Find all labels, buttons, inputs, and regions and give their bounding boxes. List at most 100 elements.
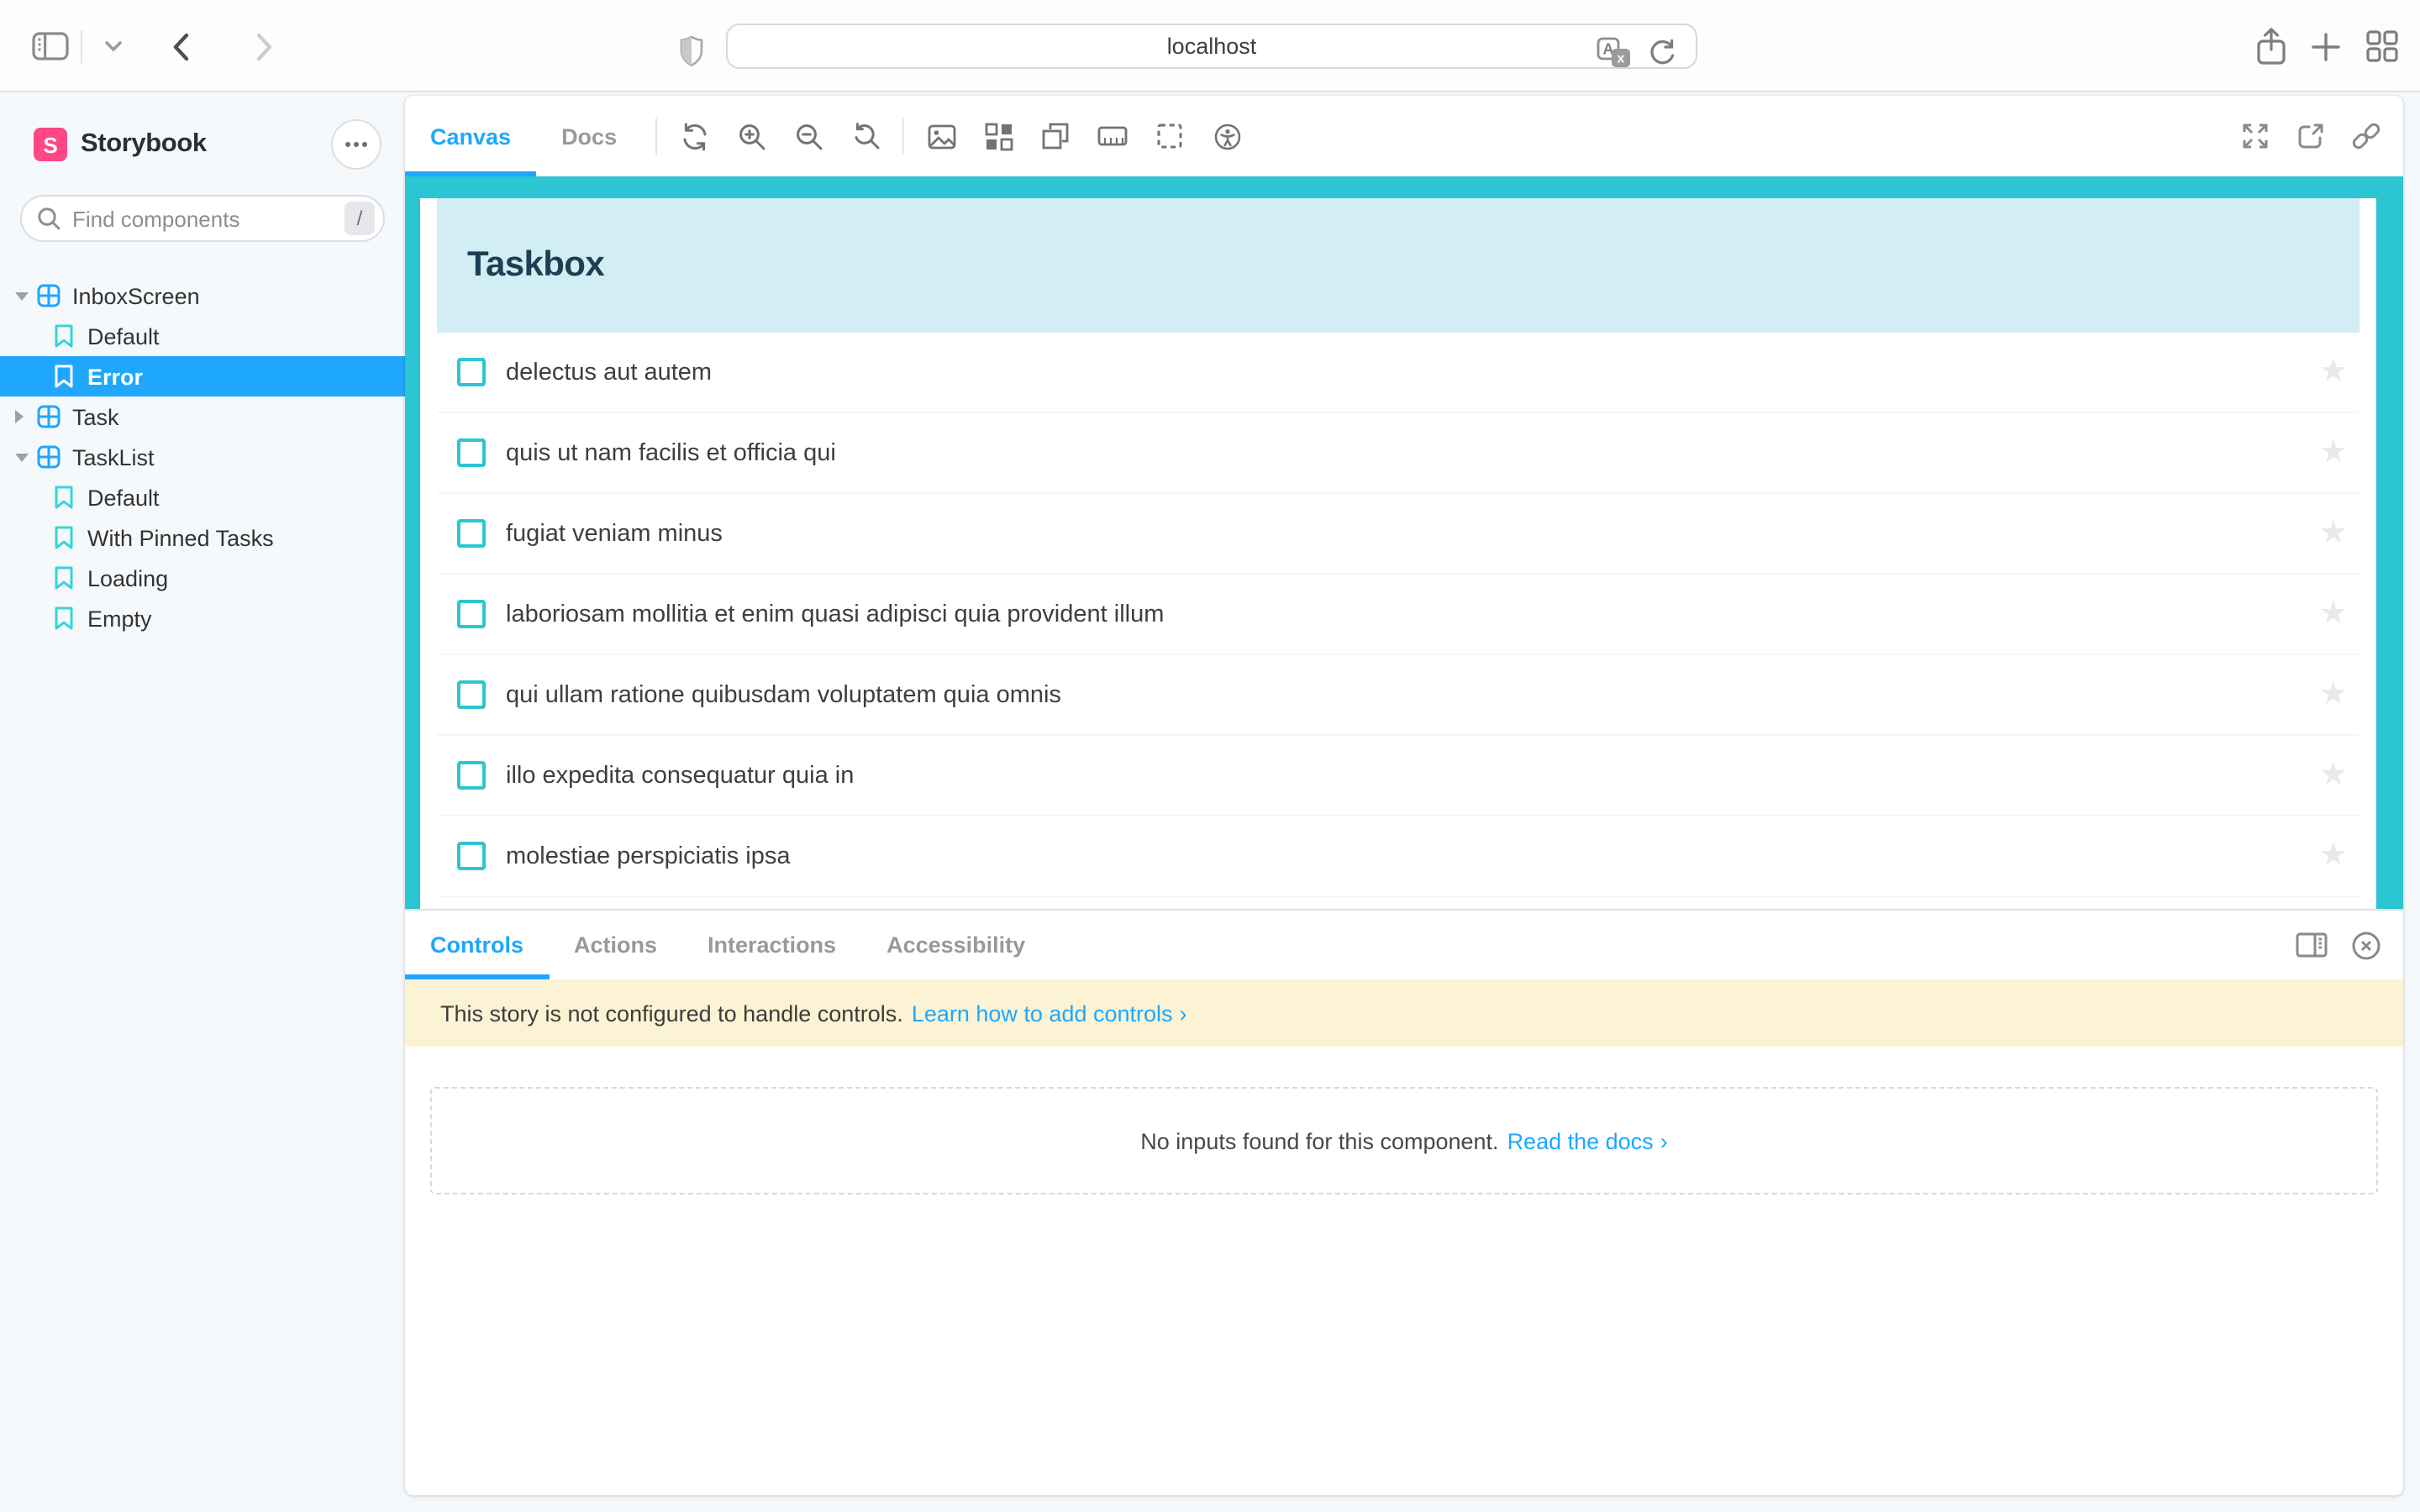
zoom-reset-icon[interactable] [842, 113, 889, 160]
back-icon[interactable] [160, 26, 200, 66]
sidebar-item-label: Loading [87, 565, 169, 591]
new-tab-icon[interactable] [2306, 26, 2346, 66]
task-title: qui ullam ratione quibusdam voluptatem q… [506, 681, 1061, 708]
translate-icon[interactable]: Ax [1593, 32, 1634, 72]
link-chevron-icon: › [1179, 1000, 1187, 1026]
pin-task-star-icon[interactable]: ★ [2319, 437, 2348, 469]
task-list: delectus aut autem ★ quis ut nam facilis e… [437, 333, 2360, 897]
search-icon [37, 207, 60, 230]
tab-overview-icon[interactable] [2361, 26, 2402, 66]
viewport-icon[interactable] [1032, 113, 1079, 160]
forward-icon [244, 26, 284, 66]
outline-icon[interactable] [1146, 113, 1193, 160]
task-checkbox[interactable] [457, 842, 486, 870]
background-icon[interactable] [918, 113, 965, 160]
pin-task-star-icon[interactable]: ★ [2319, 759, 2348, 791]
sidebar-item-error[interactable]: Error [0, 356, 405, 396]
tab-controls[interactable]: Controls [405, 911, 549, 979]
tab-canvas[interactable]: Canvas [405, 96, 536, 176]
grid-icon[interactable] [975, 113, 1022, 160]
pin-task-star-icon[interactable]: ★ [2319, 679, 2348, 711]
story-icon [54, 606, 74, 630]
sidebar-header: S Storybook [34, 119, 381, 170]
open-new-tab-icon[interactable] [2291, 116, 2331, 156]
canvas-tabs: Canvas Docs [405, 96, 642, 176]
story-icon [54, 365, 74, 388]
accessibility-icon[interactable] [1203, 113, 1250, 160]
pin-task-star-icon[interactable]: ★ [2319, 356, 2348, 388]
addons-panel: Controls Actions Interactions Accessibility… [405, 909, 2403, 1495]
search-input[interactable] [20, 195, 385, 242]
pin-task-star-icon[interactable]: ★ [2319, 598, 2348, 630]
sidebar-item-with-pinned-tasks[interactable]: With Pinned Tasks [0, 517, 405, 558]
browser-right-controls [2250, 0, 2402, 92]
zoom-out-icon[interactable] [785, 113, 832, 160]
pin-task-star-icon[interactable]: ★ [2319, 517, 2348, 549]
sidebar-item-label: Task [72, 404, 119, 429]
read-docs-link[interactable]: Read the docs [1507, 1128, 1654, 1153]
sidebar-item-loading[interactable]: Loading [0, 558, 405, 598]
fullscreen-icon[interactable] [2235, 116, 2275, 156]
sidebar-item-label: InboxScreen [72, 283, 200, 308]
caret-down-icon[interactable] [15, 291, 29, 300]
tabs-chevron-icon[interactable] [92, 26, 133, 66]
privacy-shield-icon[interactable] [671, 30, 711, 71]
sidebar-menu-button[interactable] [331, 119, 381, 170]
task-checkbox[interactable] [457, 438, 486, 467]
task-row: quis ut nam facilis et officia qui ★ [437, 413, 2360, 494]
measure-icon[interactable] [1089, 113, 1136, 160]
tab-actions[interactable]: Actions [549, 911, 682, 979]
browser-left-controls [30, 0, 284, 92]
toolbar-divider [902, 118, 905, 155]
ellipsis-icon [345, 141, 368, 148]
panel-position-icon[interactable] [2291, 925, 2331, 965]
canvas-right-tools [2235, 96, 2386, 176]
task-title: laboriosam mollitia et enim quasi adipis… [506, 601, 1165, 627]
close-panel-icon[interactable] [2346, 925, 2386, 965]
sidebar-item-task[interactable]: Task [0, 396, 405, 437]
task-checkbox[interactable] [457, 519, 486, 548]
task-checkbox[interactable] [457, 600, 486, 628]
caret-right-icon[interactable] [15, 410, 29, 423]
tab-interactions[interactable]: Interactions [682, 911, 861, 979]
sidebar-item-empty[interactable]: Empty [0, 598, 405, 638]
sidebar-item-default[interactable]: Default [0, 477, 405, 517]
task-title: molestiae perspiciatis ipsa [506, 843, 791, 869]
sidebar-item-default[interactable]: Default [0, 316, 405, 356]
search-shortcut-badge: / [345, 202, 375, 235]
task-checkbox[interactable] [457, 358, 486, 386]
zoom-in-icon[interactable] [728, 113, 775, 160]
remount-icon[interactable] [671, 113, 718, 160]
tab-accessibility[interactable]: Accessibility [861, 911, 1050, 979]
learn-controls-link[interactable]: Learn how to add controls [912, 1000, 1173, 1026]
toolbar-divider [81, 29, 82, 63]
task-checkbox[interactable] [457, 680, 486, 709]
sidebar-toggle-icon[interactable] [30, 26, 71, 66]
share-icon[interactable] [2250, 26, 2291, 66]
sidebar-item-inboxscreen[interactable]: InboxScreen [0, 276, 405, 316]
caret-down-icon[interactable] [15, 453, 29, 461]
copy-link-icon[interactable] [2346, 116, 2386, 156]
task-checkbox[interactable] [457, 761, 486, 790]
story-icon [54, 566, 74, 590]
story-icon [54, 526, 74, 549]
sidebar-item-label: Default [87, 323, 160, 349]
sidebar-item-tasklist[interactable]: TaskList [0, 437, 405, 477]
preview-iframe: Taskbox delectus aut autem ★ quis ut nam f… [405, 176, 2403, 909]
tab-docs[interactable]: Docs [536, 96, 642, 176]
brand-title: Storybook [81, 129, 207, 158]
pin-task-star-icon[interactable]: ★ [2319, 840, 2348, 872]
component-icon [37, 405, 60, 428]
task-title: quis ut nam facilis et officia qui [506, 439, 836, 466]
task-row: fugiat veniam minus ★ [437, 494, 2360, 575]
storybook-logo: S [34, 128, 67, 161]
svg-text:x: x [1617, 50, 1624, 65]
component-icon [37, 284, 60, 307]
canvas-toolbar: Canvas Docs [405, 96, 2403, 176]
banner-text: This story is not configured to handle c… [440, 1000, 903, 1026]
address-bar[interactable]: localhost Ax [726, 24, 1697, 69]
taskbox-header: Taskbox [437, 198, 2360, 333]
reload-icon[interactable] [1642, 32, 1682, 72]
search-box: / [20, 195, 385, 242]
